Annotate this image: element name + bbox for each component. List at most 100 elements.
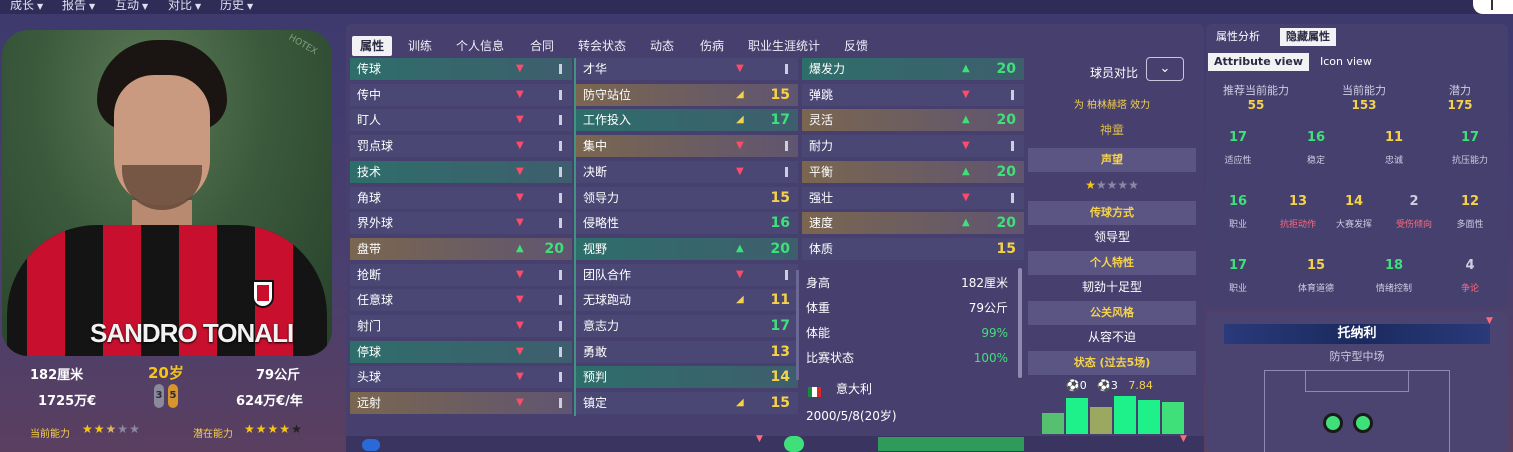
attribute-row[interactable]: 才华 ▼ [576,58,798,80]
attribute-name: 速度 [809,216,834,231]
attribute-row[interactable]: 罚点球 ▼ [350,135,572,158]
tab-0[interactable]: 属性 [352,36,393,56]
attribute-row[interactable]: 停球 ▼ [350,340,572,363]
trend-arrow-icon: ▼ [516,345,524,357]
masked-value-bar [559,372,562,383]
attribute-row[interactable]: 远射 ▼ [350,392,572,415]
birth-date: 2000/5/8(20岁) [806,409,897,423]
trend-arrow-icon: ▼ [962,140,970,152]
attribute-view-button[interactable]: Attribute view [1208,53,1310,71]
attribute-row[interactable]: 耐力 ▼ [802,135,1024,158]
expand-chevron-icon[interactable]: ▼ [756,434,763,444]
info-row: 比赛状态 100% [806,347,1018,369]
attribute-row[interactable]: 传球 ▼ [350,58,572,80]
tab-1[interactable]: 训练 [408,36,432,56]
attribute-row[interactable]: 无球跑动 ◢ 11 [576,289,798,312]
hidden-attribute-label: 职业 [1228,220,1247,230]
info-label: 比赛状态 [806,351,855,365]
form-bar [1042,413,1064,434]
top-menu-item[interactable]: 成长 ▼ [10,0,43,13]
attribute-row[interactable]: 盘带 ▲ 20 [350,237,572,260]
attribute-name: 耐力 [809,139,834,154]
tab-7[interactable]: 职业生涯统计 [748,36,820,56]
window-control[interactable] [1473,0,1513,14]
masked-value-bar [559,141,562,152]
attribute-row[interactable]: 工作投入 ◢ 17 [576,109,798,132]
attribute-row[interactable]: 盯人 ▼ [350,109,572,132]
hidden-attribute-label: 情绪控制 [1375,284,1412,294]
attribute-name: 无球跑动 [583,293,632,308]
tab-8[interactable]: 反馈 [844,36,868,56]
attribute-row[interactable]: 弹跳 ▼ [802,83,1024,106]
masked-value-bar [559,166,562,177]
attribute-row[interactable]: 视野 ▲ 20 [576,237,798,260]
attribute-value: 20 [770,240,790,257]
hidden-attribute: 16 职业 [1206,194,1270,230]
tab-attribute-analysis[interactable]: 属性分析 [1210,28,1266,46]
attribute-row[interactable]: 集中 ▼ [576,135,798,158]
attribute-value: 17 [770,112,790,129]
attribute-name: 工作投入 [583,113,632,128]
attribute-row[interactable]: 抢断 ▼ [350,263,572,286]
trend-arrow-icon: ▼ [516,397,524,409]
expand-chevron-icon-2[interactable]: ▼ [1180,434,1187,444]
attribute-row[interactable]: 界外球 ▼ [350,212,572,235]
top-menu-item[interactable]: 对比 ▼ [168,0,201,13]
masked-value-bar [559,64,562,74]
attribute-row[interactable]: 勇敢 13 [576,340,798,363]
hidden-attribute-value: 12 [1460,194,1480,209]
top-menu-item[interactable]: 报告 ▼ [62,0,95,13]
attribute-row[interactable]: 侵略性 16 [576,212,798,235]
info-label: 体能 [806,326,831,340]
info-scrollbar[interactable] [796,270,799,380]
tab-5[interactable]: 动态 [650,36,674,56]
top-menu-item[interactable]: 历史 ▼ [220,0,253,13]
attribute-row[interactable]: 技术 ▼ [350,160,572,183]
attribute-row[interactable]: 灵活 ▲ 20 [802,109,1024,132]
attribute-row[interactable]: 预判 14 [576,366,798,389]
hidden-attribute-label: 受伤倾向 [1395,220,1432,230]
ability-label: 当前能力 [1342,84,1386,97]
attribute-row[interactable]: 镇定 ◢ 15 [576,392,798,415]
tab-6[interactable]: 伤病 [700,36,724,56]
attribute-row[interactable]: 体质 15 [802,237,1024,260]
masked-value-bar [785,64,788,74]
tab-3[interactable]: 合同 [530,36,554,56]
chevron-down-icon: ▼ [195,2,202,11]
chevron-down-icon: ⌄ [1159,61,1171,76]
attribute-name: 技术 [357,164,382,179]
tab-2[interactable]: 个人信息 [456,36,504,56]
attribute-row[interactable]: 爆发力 ▲ 20 [802,58,1024,80]
trend-arrow-icon: ▼ [516,114,524,126]
attribute-row[interactable]: 头球 ▼ [350,366,572,389]
trend-arrow-icon: ◢ [736,88,744,100]
attribute-row[interactable]: 射门 ▼ [350,315,572,337]
attribute-row[interactable]: 防守站位 ◢ 15 [576,83,798,106]
info-scroll-thumb[interactable] [1018,268,1022,378]
trend-arrow-icon: ▲ [962,63,970,74]
tab-hidden-attributes[interactable]: 隐藏属性 [1280,28,1336,46]
masked-value-bar [559,218,562,229]
attribute-row[interactable]: 角球 ▼ [350,186,572,209]
compare-dropdown-button[interactable]: ⌄ [1146,57,1184,81]
attribute-row[interactable]: 任意球 ▼ [350,289,572,312]
top-menu-item[interactable]: 互动 ▼ [115,0,148,13]
left-foot-badge: 3 [154,384,164,408]
attribute-row[interactable]: 传中 ▼ [350,83,572,106]
club-badge-icon [252,280,274,308]
current-ability-stars: ★★★★★ [82,422,141,436]
attribute-row[interactable]: 决断 ▼ [576,160,798,183]
trend-arrow-icon: ▼ [516,217,524,229]
attribute-row[interactable]: 领导力 15 [576,186,798,209]
collapse-chevron-icon[interactable]: ▼ [1486,316,1493,326]
tab-4[interactable]: 转会状态 [578,36,626,56]
icon-view-button[interactable]: Icon view [1314,53,1378,71]
attribute-row[interactable]: 速度 ▲ 20 [802,212,1024,235]
attribute-row[interactable]: 平衡 ▲ 20 [802,160,1024,183]
trend-arrow-icon: ▼ [516,371,524,383]
attribute-row[interactable]: 意志力 17 [576,315,798,337]
attribute-row[interactable]: 团队合作 ▼ [576,263,798,286]
attribute-row[interactable]: 强壮 ▼ [802,186,1024,209]
attribute-value: 20 [996,215,1016,232]
masked-value-bar [785,141,788,152]
